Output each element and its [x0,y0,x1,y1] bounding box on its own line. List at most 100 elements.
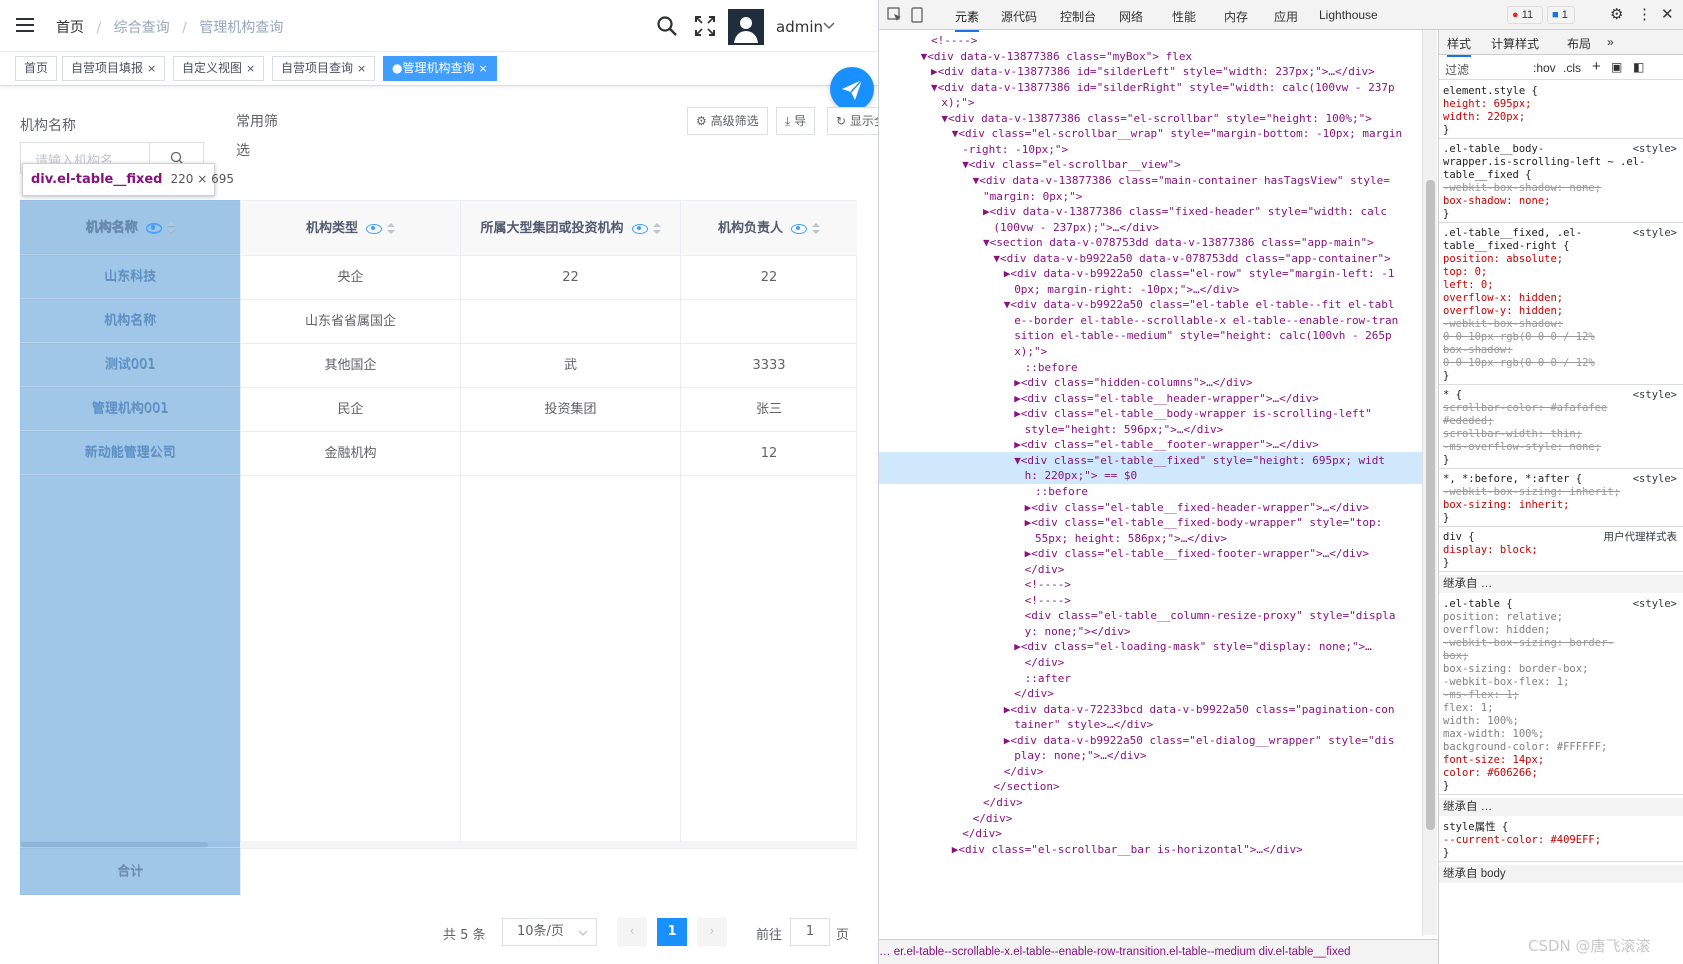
dom-node-line[interactable]: ▶<div class="el-scrollbar__bar is-horizo… [879,841,1303,858]
style-rule-line[interactable]: font-size: 14px; [1443,753,1544,767]
style-rule-line[interactable]: overflow: hidden; [1443,623,1550,637]
dom-node-line[interactable]: ::after [879,670,1071,687]
style-rule-line[interactable]: } [1443,556,1449,570]
eye-icon[interactable] [366,223,382,234]
dom-node-line[interactable]: play: none;">…</div> [879,747,1146,764]
goto-page-input[interactable]: 1 [790,918,830,946]
username[interactable]: admin [776,18,823,36]
dom-node-line[interactable]: ▶<div class="el-table__fixed-footer-wrap… [879,545,1369,562]
dom-node-line[interactable]: ▶<div data-v-13877386 id="silderLeft" st… [879,63,1375,80]
style-rule-line[interactable]: width: 100%; [1443,714,1519,728]
dom-node-line[interactable]: ▼<div class="el-scrollbar__view"> [879,156,1181,173]
scrollbar-thumb[interactable] [1426,180,1435,830]
close-icon[interactable]: × [357,62,366,75]
style-source-link[interactable]: <style> [1633,472,1677,486]
sort-icon[interactable] [652,222,661,235]
dom-node-line[interactable]: ▶<div data-v-13877386 class="fixed-heade… [879,203,1387,220]
dom-node-line[interactable]: "margin: 0px;"> [879,188,1082,205]
dom-node-line[interactable]: <!----> [879,32,977,49]
tab-network[interactable]: 网络 [1119,8,1143,25]
style-rule-line[interactable]: color: #606266; [1443,766,1538,780]
style-rule-line[interactable]: } [1443,846,1449,860]
style-rule-line[interactable]: * { [1443,388,1462,402]
dom-breadcrumb-text[interactable]: … er.el-table--scrollable-x.el-table--en… [879,946,1350,958]
dom-node-line[interactable]: <!----> [879,592,1071,609]
style-source-link[interactable]: 用户代理样式表 [1604,530,1678,544]
dom-node-line[interactable]: ▶<div class="el-loading-mask" style="dis… [879,638,1372,655]
style-rule-line[interactable]: } [1443,511,1449,525]
dom-node-line[interactable]: </div> [879,654,1065,671]
dom-node-line[interactable]: sition el-table--medium" style="height: … [879,327,1392,344]
style-rule-line[interactable]: } [1443,369,1449,383]
dom-node-line[interactable]: ▶<div class="el-table__footer-wrapper">…… [879,436,1319,453]
dom-node-line[interactable]: ▶<div class="el-table__fixed-body-wrappe… [879,514,1383,531]
close-icon[interactable]: × [246,62,255,75]
style-rule-line[interactable]: scrollbar-color: #afafafee [1443,401,1607,415]
style-rule-line[interactable]: left: 0; [1443,278,1494,292]
style-rule-line[interactable]: } [1443,779,1449,793]
dom-node-line[interactable]: ▶<div data-v-72233bcd data-v-b9922a50 cl… [879,701,1395,718]
style-rule-line[interactable]: -webkit-box-flex: 1; [1443,675,1569,689]
tag-self-project-query[interactable]: 自营项目查询 × [272,56,376,81]
dom-node-line[interactable]: ▶<div class="hidden-columns">…</div> [879,374,1252,391]
dom-node-line[interactable]: h: 220px;"> == $0 [879,467,1422,485]
style-rule-line[interactable]: -webkit-box-shadow: none; [1443,181,1601,195]
dom-tree[interactable]: <!----> ▼<div data-v-13877386 class="myBo… [879,30,1422,935]
fullscreen-icon[interactable] [693,14,717,38]
dom-node-line[interactable]: </div> [879,685,1054,702]
table-header-cell[interactable]: 机构负责人 [681,201,857,256]
style-rule-line[interactable]: } [1443,123,1449,137]
dom-node-line[interactable]: </div> [879,561,1065,578]
style-rule-line[interactable]: overflow-x: hidden; [1443,291,1563,305]
dom-node-line[interactable]: <div class="el-table__column-resize-prox… [879,607,1396,624]
style-rule-line[interactable]: max-width: 100%; [1443,727,1544,741]
dom-node-line[interactable]: ▼<div class="el-scrollbar__wrap" style="… [879,125,1402,142]
dom-node-line[interactable]: ▼<section data-v-078753dd data-v-1387738… [879,234,1374,251]
dom-node-line[interactable]: ▼<div data-v-13877386 id="silderRight" s… [879,79,1395,96]
tab-sources[interactable]: 源代码 [1001,8,1037,25]
close-icon[interactable]: ✕ [1661,5,1674,23]
dom-node-line[interactable]: <!----> [879,576,1071,593]
dom-node-line[interactable]: ▼<div data-v-13877386 class="el-scrollba… [879,110,1371,127]
style-rule-line[interactable]: -webkit-box-sizing: border- [1443,636,1614,650]
style-rule-line[interactable]: 0 0 10px rgb(0 0 0 / 12% [1443,330,1595,344]
breadcrumb-home[interactable]: 首页 [56,20,84,36]
style-rule-line[interactable]: width: 220px; [1443,110,1525,124]
style-rule-line[interactable]: *, *:before, *:after { [1443,472,1582,486]
style-rule-line[interactable]: -ms-flex: 1; [1443,688,1519,702]
dom-node-line[interactable]: 55px; height: 586px;">…</div> [879,530,1227,547]
style-rule-line[interactable]: -webkit-box-shadow: [1443,317,1563,331]
style-source-link[interactable]: <style> [1633,388,1677,402]
tab-performance[interactable]: 性能 [1172,8,1196,25]
tag-self-project-fill[interactable]: 自营项目填报 × [62,56,166,81]
style-rule-line[interactable]: scrollbar-width: thin; [1443,427,1582,441]
settings-gear-icon[interactable]: ⚙ [1610,5,1623,23]
prev-page-button[interactable]: ‹ [617,918,647,946]
style-rule-line[interactable]: box-shadow: [1443,343,1513,357]
dom-node-line[interactable]: e--border el-table--scrollable-x el-tabl… [879,312,1398,329]
search-icon[interactable] [655,14,679,38]
dom-node-line[interactable]: </div> [879,794,1023,811]
style-rule-line[interactable]: 0 0 10px rgb(0 0 0 / 12% [1443,356,1595,370]
style-rule-line[interactable]: .el-table__fixed, .el- [1443,226,1582,240]
eye-icon[interactable] [791,223,807,234]
tab-computed[interactable]: 计算样式 [1491,35,1539,52]
style-rule-line[interactable]: div { [1443,530,1475,544]
dom-node-line[interactable]: (100vw - 237px);">…</div> [879,219,1159,236]
eye-icon[interactable] [631,223,648,234]
dom-node-line[interactable]: -right: -10px;"> [879,141,1068,158]
style-rule-line[interactable]: top: 0; [1443,265,1487,279]
style-rule-line[interactable]: table__fixed { [1443,168,1532,182]
send-fab-button[interactable] [830,67,874,111]
style-rule-line[interactable]: } [1443,207,1449,221]
cls-toggle[interactable]: .cls [1563,61,1581,75]
style-rule-line[interactable]: .el-table { [1443,597,1513,611]
dom-node-line[interactable]: ▼<div data-v-13877386 class="main-contai… [879,172,1390,189]
style-rule-line[interactable]: -ms-overflow-style: none; [1443,440,1601,454]
avatar[interactable] [728,9,764,45]
style-rule-line[interactable]: background-color: #FFFFFF; [1443,740,1607,754]
sidebar-toggle-icon[interactable]: ◧ [1633,60,1644,74]
style-rule-line[interactable]: box; [1443,649,1468,663]
dom-node-line[interactable]: x);"> [879,94,974,111]
advanced-filter-button[interactable]: ⚙ 高级筛选 [687,107,768,135]
